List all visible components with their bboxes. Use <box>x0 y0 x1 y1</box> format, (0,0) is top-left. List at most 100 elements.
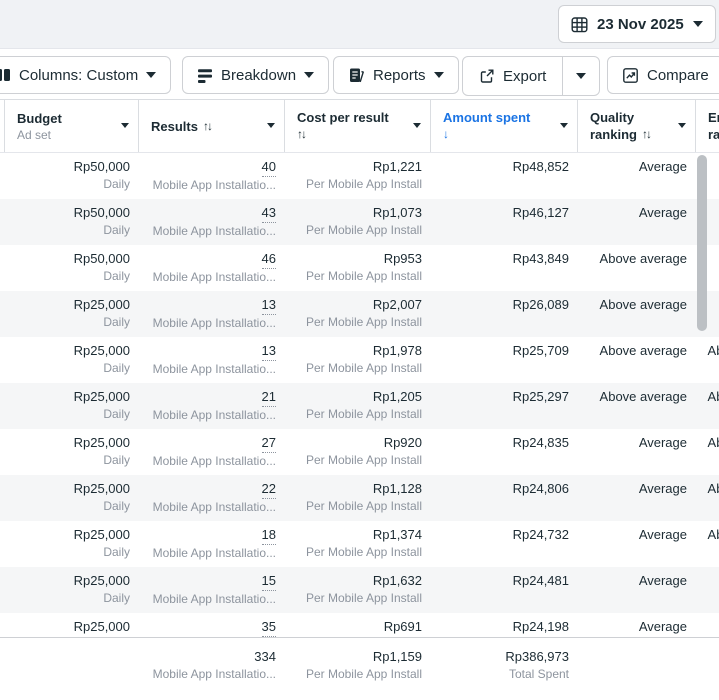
column-header-amount-spent[interactable]: Amount spent ↓ <box>430 100 577 152</box>
results-cell: 13 Mobile App Installatio... <box>138 296 284 337</box>
results-value[interactable]: 27 <box>262 434 276 453</box>
column-label: Results <box>151 118 198 135</box>
export-button[interactable]: Export <box>463 57 562 95</box>
compare-button[interactable]: Compare <box>607 56 719 94</box>
chevron-down-icon[interactable] <box>560 123 568 128</box>
ads-manager-screen: 23 Nov 2025 Columns: Custom <box>0 0 719 700</box>
quality-ranking-cell: Average <box>577 526 695 567</box>
results-cell: 21 Mobile App Installatio... <box>138 388 284 429</box>
table-row[interactable]: Rp25,000 Daily 21 Mobile App Installatio… <box>0 383 719 429</box>
results-value[interactable]: 21 <box>262 388 276 407</box>
engagement-rate-ranking-cell: Above average <box>695 526 719 567</box>
results-cell: 43 Mobile App Installatio... <box>138 204 284 245</box>
sort-icon[interactable]: ↑↓ <box>203 118 211 135</box>
export-split-button: Export <box>462 56 600 96</box>
budget-cell: Rp25,000 Daily <box>4 434 138 475</box>
column-label: Quality <box>590 109 634 126</box>
quality-ranking-cell: Average <box>577 572 695 613</box>
calendar-icon <box>571 16 588 33</box>
column-header-engagement-rate-ranking[interactable]: Engagement rate ranking ↑↓ <box>695 100 719 152</box>
budget-cell: Rp25,000 Daily <box>4 480 138 521</box>
compare-icon <box>622 67 639 84</box>
table-row[interactable]: Rp25,000 Daily 18 Mobile App Installatio… <box>0 521 719 567</box>
sort-descending-icon[interactable]: ↓ <box>443 126 447 143</box>
amount-spent-cell: Rp43,849 <box>430 250 577 291</box>
budget-cell: Rp25,000 Daily <box>4 296 138 337</box>
breakdown-button-label: Breakdown <box>221 67 296 84</box>
results-value[interactable]: 35 <box>262 618 276 637</box>
chevron-down-icon <box>434 72 444 78</box>
cost-per-result-cell: Rp1,128 Per Mobile App Install <box>284 480 430 521</box>
column-label: Budget <box>17 110 62 127</box>
results-value[interactable]: 18 <box>262 526 276 545</box>
totals-results-cell: 334 Mobile App Installatio... <box>138 648 284 700</box>
cost-per-result-cell: Rp1,205 Per Mobile App Install <box>284 388 430 429</box>
vertical-scrollbar-thumb[interactable] <box>697 155 707 331</box>
results-value[interactable]: 15 <box>262 572 276 591</box>
results-cell: 22 Mobile App Installatio... <box>138 480 284 521</box>
topbar: 23 Nov 2025 <box>0 0 719 49</box>
table-row[interactable]: Rp50,000 Daily 40 Mobile App Installatio… <box>0 153 719 199</box>
export-icon <box>479 68 495 84</box>
cost-per-result-cell: Rp691 Per Mobile App Install <box>284 618 430 637</box>
breakdown-icon <box>197 67 213 83</box>
table-row[interactable]: Rp25,000 Daily 15 Mobile App Installatio… <box>0 567 719 613</box>
budget-cell: Rp25,000 Daily <box>4 388 138 429</box>
reports-icon <box>348 67 365 84</box>
columns-button[interactable]: Columns: Custom <box>0 56 171 94</box>
amount-spent-cell: Rp24,806 <box>430 480 577 521</box>
quality-ranking-cell: Average <box>577 434 695 475</box>
results-value[interactable]: 13 <box>262 296 276 315</box>
amount-spent-cell: Rp24,481 <box>430 572 577 613</box>
cost-per-result-cell: Rp1,073 Per Mobile App Install <box>284 204 430 245</box>
chevron-down-icon[interactable] <box>121 123 129 128</box>
column-header-budget[interactable]: Budget Ad set <box>4 100 138 152</box>
chevron-down-icon[interactable] <box>678 123 686 128</box>
results-value[interactable]: 22 <box>262 480 276 499</box>
totals-cost-value: Rp1,159 <box>284 648 422 666</box>
column-label-line2: rate ranking <box>708 126 719 143</box>
column-header-results[interactable]: Results ↑↓ <box>138 100 284 152</box>
results-value[interactable]: 13 <box>262 342 276 361</box>
chevron-down-icon <box>693 21 703 27</box>
results-value[interactable]: 40 <box>262 158 276 177</box>
chevron-down-icon <box>304 72 314 78</box>
export-menu-button[interactable] <box>562 57 599 95</box>
quality-ranking-cell: Above average <box>577 388 695 429</box>
totals-quality-cell <box>577 648 695 700</box>
table-row[interactable]: Rp25,000 Daily 13 Mobile App Installatio… <box>0 291 719 337</box>
table-row[interactable]: Rp25,000 Daily 27 Mobile App Installatio… <box>0 429 719 475</box>
engagement-rate-ranking-cell <box>695 618 719 637</box>
quality-ranking-cell: Above average <box>577 342 695 383</box>
results-cell: 18 Mobile App Installatio... <box>138 526 284 567</box>
amount-spent-cell: Rp24,198 <box>430 618 577 637</box>
column-header-quality-ranking[interactable]: Quality ranking ↑↓ <box>577 100 695 152</box>
chevron-down-icon[interactable] <box>413 123 421 128</box>
chevron-down-icon[interactable] <box>267 123 275 128</box>
table-row[interactable]: Rp50,000 Daily 46 Mobile App Installatio… <box>0 245 719 291</box>
sort-icon[interactable]: ↑↓ <box>642 126 650 143</box>
engagement-rate-ranking-cell: Above average <box>695 434 719 475</box>
column-header-cost-per-result[interactable]: Cost per result ↑↓ <box>284 100 430 152</box>
quality-ranking-cell: Above average <box>577 296 695 337</box>
reports-button[interactable]: Reports <box>333 56 459 94</box>
breakdown-button[interactable]: Breakdown <box>182 56 329 94</box>
table-row[interactable]: Rp50,000 Daily 43 Mobile App Installatio… <box>0 199 719 245</box>
table-row[interactable]: Rp25,000 Daily 22 Mobile App Installatio… <box>0 475 719 521</box>
results-cell: 27 Mobile App Installatio... <box>138 434 284 475</box>
column-label: Cost per result <box>297 109 389 126</box>
table-row[interactable]: Rp25,000 Daily 13 Mobile App Installatio… <box>0 337 719 383</box>
amount-spent-cell: Rp26,089 <box>430 296 577 337</box>
results-value[interactable]: 43 <box>262 204 276 223</box>
cost-per-result-cell: Rp1,374 Per Mobile App Install <box>284 526 430 567</box>
table-row[interactable]: Rp25,000 Daily 35 Mobile App Installatio… <box>0 613 719 637</box>
quality-ranking-cell: Average <box>577 158 695 199</box>
results-cell: 46 Mobile App Installatio... <box>138 250 284 291</box>
date-range-picker[interactable]: 23 Nov 2025 <box>558 5 716 43</box>
results-value[interactable]: 46 <box>262 250 276 269</box>
amount-spent-cell: Rp25,709 <box>430 342 577 383</box>
cost-per-result-cell: Rp920 Per Mobile App Install <box>284 434 430 475</box>
totals-cost-sublabel: Per Mobile App Install <box>284 666 422 683</box>
column-label: Engagement <box>708 109 719 126</box>
sort-icon[interactable]: ↑↓ <box>297 126 305 143</box>
